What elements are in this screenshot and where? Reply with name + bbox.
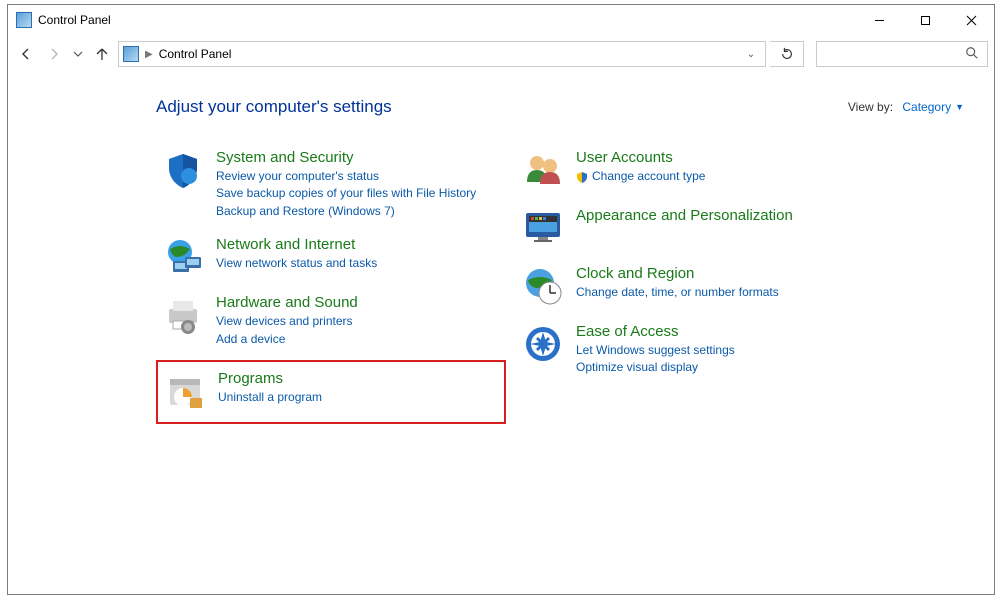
right-column: User Accounts Change account type bbox=[516, 145, 856, 424]
task-link[interactable]: Uninstall a program bbox=[218, 389, 322, 406]
left-column: System and Security Review your computer… bbox=[156, 145, 506, 424]
category-link[interactable]: User Accounts bbox=[576, 149, 705, 166]
task-link[interactable]: Save backup copies of your files with Fi… bbox=[216, 185, 476, 202]
titlebar: Control Panel bbox=[8, 5, 994, 35]
navbar: ▶ Control Panel ⌄ bbox=[8, 35, 994, 73]
viewby-label: View by: Category ▼ bbox=[848, 100, 964, 114]
chevron-right-icon: ▶ bbox=[145, 49, 153, 60]
control-panel-icon bbox=[16, 12, 32, 28]
category-hardware-sound: Hardware and Sound View devices and prin… bbox=[156, 290, 506, 354]
task-link[interactable]: View network status and tasks bbox=[216, 255, 377, 272]
chevron-down-icon: ▼ bbox=[955, 102, 964, 112]
task-link[interactable]: Backup and Restore (Windows 7) bbox=[216, 203, 476, 220]
category-columns: System and Security Review your computer… bbox=[38, 145, 964, 424]
task-link[interactable]: View devices and printers bbox=[216, 313, 358, 330]
globe-icon bbox=[162, 236, 204, 278]
users-icon bbox=[522, 149, 564, 191]
recent-dropdown[interactable] bbox=[70, 42, 86, 66]
category-link[interactable]: Programs bbox=[218, 370, 322, 387]
task-link[interactable]: Let Windows suggest settings bbox=[576, 342, 735, 359]
task-link[interactable]: Change date, time, or number formats bbox=[576, 284, 779, 301]
printer-icon bbox=[162, 294, 204, 336]
back-button[interactable] bbox=[14, 42, 38, 66]
category-link[interactable]: Hardware and Sound bbox=[216, 294, 358, 311]
task-link[interactable]: Optimize visual display bbox=[576, 359, 735, 376]
shield-icon bbox=[162, 149, 204, 191]
refresh-button[interactable] bbox=[770, 41, 804, 67]
accessibility-icon bbox=[522, 323, 564, 365]
viewby-dropdown[interactable]: Category ▼ bbox=[902, 100, 964, 114]
minimize-button[interactable] bbox=[856, 5, 902, 35]
content-header: Adjust your computer's settings View by:… bbox=[38, 97, 964, 117]
forward-button[interactable] bbox=[42, 42, 66, 66]
task-link[interactable]: Review your computer's status bbox=[216, 168, 476, 185]
category-link[interactable]: Clock and Region bbox=[576, 265, 779, 282]
control-panel-window: Control Panel ▶ Control Panel bbox=[7, 4, 995, 595]
uac-shield-icon bbox=[576, 171, 588, 183]
close-button[interactable] bbox=[948, 5, 994, 35]
category-link[interactable]: System and Security bbox=[216, 149, 476, 166]
page-title: Adjust your computer's settings bbox=[156, 97, 392, 117]
address-bar[interactable]: ▶ Control Panel ⌄ bbox=[118, 41, 766, 67]
category-user-accounts: User Accounts Change account type bbox=[516, 145, 856, 197]
clock-icon bbox=[522, 265, 564, 307]
task-link[interactable]: Add a device bbox=[216, 331, 358, 348]
category-ease-of-access: Ease of Access Let Windows suggest setti… bbox=[516, 319, 856, 383]
up-button[interactable] bbox=[90, 42, 114, 66]
category-network-internet: Network and Internet View network status… bbox=[156, 232, 506, 284]
content-area: Adjust your computer's settings View by:… bbox=[8, 73, 994, 594]
window-title: Control Panel bbox=[38, 13, 111, 27]
programs-icon bbox=[164, 370, 206, 412]
maximize-button[interactable] bbox=[902, 5, 948, 35]
category-appearance: Appearance and Personalization bbox=[516, 203, 856, 255]
address-icon bbox=[123, 46, 139, 62]
address-dropdown[interactable]: ⌄ bbox=[741, 49, 761, 60]
monitor-icon bbox=[522, 207, 564, 249]
category-link[interactable]: Network and Internet bbox=[216, 236, 377, 253]
search-icon bbox=[965, 46, 979, 63]
category-link[interactable]: Ease of Access bbox=[576, 323, 735, 340]
task-link[interactable]: Change account type bbox=[576, 168, 705, 185]
category-programs: Programs Uninstall a program bbox=[156, 360, 506, 424]
breadcrumb[interactable]: Control Panel bbox=[159, 47, 232, 61]
category-system-security: System and Security Review your computer… bbox=[156, 145, 506, 226]
category-clock-region: Clock and Region Change date, time, or n… bbox=[516, 261, 856, 313]
category-link[interactable]: Appearance and Personalization bbox=[576, 207, 793, 224]
search-input[interactable] bbox=[816, 41, 988, 67]
